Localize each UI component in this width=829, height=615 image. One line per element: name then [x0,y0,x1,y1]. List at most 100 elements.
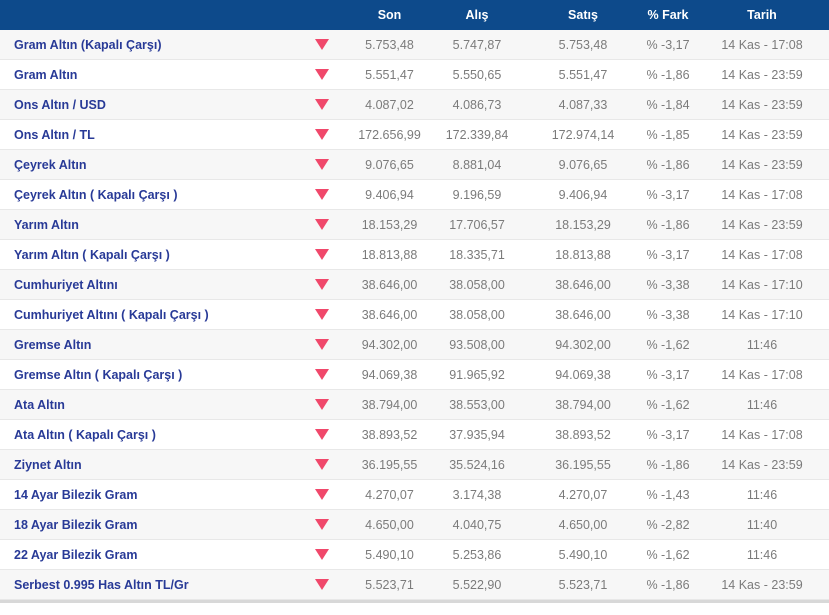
table-row[interactable]: Ons Altın / USD4.087,024.086,734.087,33%… [0,90,829,120]
table-row[interactable]: Yarım Altın18.153,2917.706,5718.153,29% … [0,210,829,240]
table-row[interactable]: Gram Altın5.551,475.550,655.551,47% -1,8… [0,60,829,90]
tarih-value: 11:46 [715,330,829,359]
tarih-value: 14 Kas - 23:59 [715,450,829,479]
table-row[interactable]: Cumhuriyet Altını38.646,0038.058,0038.64… [0,270,829,300]
satis-value: 94.069,38 [530,360,626,389]
table-row[interactable]: Ziynet Altın36.195,5535.524,1636.195,55%… [0,450,829,480]
table-row[interactable]: Serbest 0.995 Has Altın TL/Gr5.523,715.5… [0,570,829,600]
down-triangle-icon [315,39,329,50]
instrument-link[interactable]: 18 Ayar Bilezik Gram [14,518,137,532]
instrument-link[interactable]: Ons Altın / USD [14,98,106,112]
down-triangle-icon [315,189,329,200]
instrument-link[interactable]: Çeyrek Altın ( Kapalı Çarşı ) [14,188,177,202]
column-header-name [0,0,299,30]
son-value: 38.794,00 [345,390,434,419]
satis-value: 5.551,47 [530,60,626,89]
instrument-link[interactable]: 14 Ayar Bilezik Gram [14,488,137,502]
direction-cell [299,150,345,179]
instrument-link[interactable]: Yarım Altın ( Kapalı Çarşı ) [14,248,170,262]
down-triangle-icon [315,309,329,320]
instrument-link[interactable]: 22 Ayar Bilezik Gram [14,548,137,562]
instrument-name-cell: Ziynet Altın [0,450,299,479]
fark-value: % -1,62 [626,390,715,419]
table-body: Gram Altın (Kapalı Çarşı)5.753,485.747,8… [0,30,829,600]
table-row[interactable]: 18 Ayar Bilezik Gram4.650,004.040,754.65… [0,510,829,540]
down-triangle-icon [315,459,329,470]
table-row[interactable]: Ata Altın38.794,0038.553,0038.794,00% -1… [0,390,829,420]
down-triangle-icon [315,489,329,500]
instrument-name-cell: Cumhuriyet Altını [0,270,299,299]
alis-value: 93.508,00 [434,330,530,359]
instrument-link[interactable]: Cumhuriyet Altını ( Kapalı Çarşı ) [14,308,209,322]
instrument-name-cell: Ons Altın / USD [0,90,299,119]
fark-value: % -1,62 [626,540,715,569]
satis-value: 4.270,07 [530,480,626,509]
table-row[interactable]: Gremse Altın94.302,0093.508,0094.302,00%… [0,330,829,360]
instrument-link[interactable]: Gram Altın (Kapalı Çarşı) [14,38,162,52]
instrument-link[interactable]: Ata Altın [14,398,65,412]
down-triangle-icon [315,519,329,530]
instrument-link[interactable]: Yarım Altın [14,218,79,232]
table-row[interactable]: Çeyrek Altın ( Kapalı Çarşı )9.406,949.1… [0,180,829,210]
instrument-name-cell: Ata Altın ( Kapalı Çarşı ) [0,420,299,449]
tarih-value: 11:40 [715,510,829,539]
instrument-link[interactable]: Çeyrek Altın [14,158,86,172]
direction-cell [299,450,345,479]
instrument-link[interactable]: Ziynet Altın [14,458,82,472]
son-value: 94.302,00 [345,330,434,359]
instrument-name-cell: Ons Altın / TL [0,120,299,149]
satis-value: 38.794,00 [530,390,626,419]
son-value: 18.153,29 [345,210,434,239]
tarih-value: 11:46 [715,540,829,569]
son-value: 9.406,94 [345,180,434,209]
table-row[interactable]: Cumhuriyet Altını ( Kapalı Çarşı ) 38.646… [0,300,829,330]
table-row[interactable]: Çeyrek Altın9.076,658.881,049.076,65% -1… [0,150,829,180]
table-row[interactable]: Gram Altın (Kapalı Çarşı)5.753,485.747,8… [0,30,829,60]
fark-value: % -1,86 [626,210,715,239]
direction-cell [299,60,345,89]
direction-cell [299,120,345,149]
instrument-link[interactable]: Ons Altın / TL [14,128,95,142]
table-row[interactable]: 14 Ayar Bilezik Gram4.270,073.174,384.27… [0,480,829,510]
son-value: 36.195,55 [345,450,434,479]
satis-value: 18.153,29 [530,210,626,239]
table-bottom-divider [0,600,829,603]
fark-value: % -1,43 [626,480,715,509]
table-row[interactable]: Ata Altın ( Kapalı Çarşı )38.893,5237.93… [0,420,829,450]
gold-prices-table: Son Alış Satış % Fark Tarih Gram Altın (… [0,0,829,603]
fark-value: % -3,38 [626,300,715,329]
instrument-link[interactable]: Ata Altın ( Kapalı Çarşı ) [14,428,156,442]
alis-value: 38.058,00 [434,300,530,329]
son-value: 38.646,00 [345,300,434,329]
table-row[interactable]: Yarım Altın ( Kapalı Çarşı )18.813,8818.… [0,240,829,270]
alis-value: 35.524,16 [434,450,530,479]
tarih-value: 14 Kas - 17:08 [715,420,829,449]
son-value: 4.650,00 [345,510,434,539]
table-row[interactable]: 22 Ayar Bilezik Gram5.490,105.253,865.49… [0,540,829,570]
column-header-satis: Satış [530,0,626,30]
alis-value: 4.086,73 [434,90,530,119]
instrument-name-cell: 22 Ayar Bilezik Gram [0,540,299,569]
fark-value: % -3,17 [626,180,715,209]
instrument-link[interactable]: Gremse Altın [14,338,91,352]
instrument-link[interactable]: Gremse Altın ( Kapalı Çarşı ) [14,368,182,382]
tarih-value: 14 Kas - 17:08 [715,360,829,389]
instrument-link[interactable]: Cumhuriyet Altını [14,278,118,292]
column-header-tarih: Tarih [715,0,829,30]
instrument-name-cell: Ata Altın [0,390,299,419]
table-row[interactable]: Ons Altın / TL172.656,99172.339,84172.97… [0,120,829,150]
direction-cell [299,390,345,419]
down-triangle-icon [315,249,329,260]
instrument-link[interactable]: Gram Altın [14,68,77,82]
instrument-name-cell: Gram Altın [0,60,299,89]
table-row[interactable]: Gremse Altın ( Kapalı Çarşı )94.069,3891… [0,360,829,390]
column-header-fark: % Fark [626,0,715,30]
satis-value: 5.523,71 [530,570,626,599]
table-header: Son Alış Satış % Fark Tarih [0,0,829,30]
satis-value: 38.893,52 [530,420,626,449]
satis-value: 5.753,48 [530,30,626,59]
tarih-value: 11:46 [715,480,829,509]
instrument-link[interactable]: Serbest 0.995 Has Altın TL/Gr [14,578,189,592]
satis-value: 94.302,00 [530,330,626,359]
son-value: 4.270,07 [345,480,434,509]
